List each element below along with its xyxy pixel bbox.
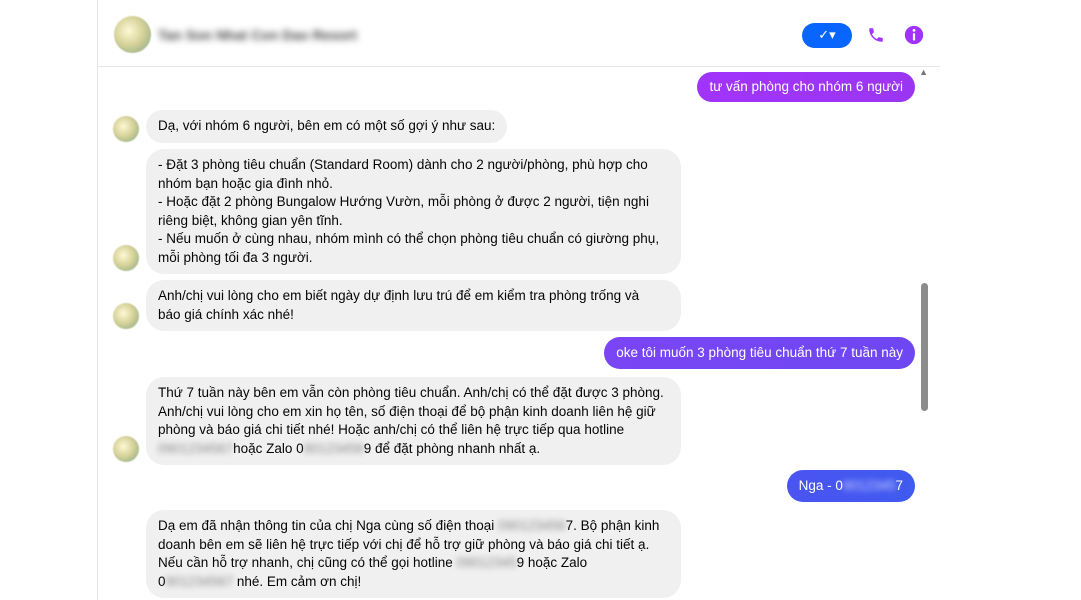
page-background-left bbox=[0, 0, 97, 600]
message-line: Nếu cần hỗ trợ nhanh, chị cũng có thể gọ… bbox=[158, 554, 669, 573]
scroll-up-arrow-icon[interactable]: ▲ bbox=[919, 67, 928, 77]
message-bubble-incoming[interactable]: - Đặt 3 phòng tiêu chuẩn (Standard Room)… bbox=[146, 149, 681, 274]
message-bubble-outgoing[interactable]: Nga - 090123457 bbox=[786, 470, 915, 502]
message-row-outgoing: Nga - 090123457 bbox=[786, 470, 915, 502]
scrollbar[interactable]: ▲ bbox=[919, 67, 935, 600]
contact-avatar[interactable] bbox=[114, 16, 151, 53]
message-text: 0 bbox=[158, 573, 166, 589]
redacted-hotline: 0901234567 bbox=[158, 440, 234, 456]
sender-avatar bbox=[113, 303, 139, 329]
message-bubble-incoming[interactable]: Anh/chị vui lòng cho em biết ngày dự địn… bbox=[146, 280, 681, 331]
message-row-outgoing: oke tôi muốn 3 phòng tiêu chuẩn thứ 7 tu… bbox=[604, 337, 915, 369]
message-row-incoming: Thứ 7 tuần này bên em vẫn còn phòng tiêu… bbox=[146, 377, 681, 465]
message-row-outgoing: tư vấn phòng cho nhóm 6 người bbox=[697, 72, 915, 102]
message-line: Dạ em đã nhận thông tin của chị Nga cùng… bbox=[158, 517, 669, 536]
scrollbar-thumb[interactable] bbox=[921, 283, 928, 411]
message-text: 7. Bộ phận kinh bbox=[565, 518, 660, 533]
message-text: 9 để đặt phòng nhanh nhất ạ. bbox=[363, 440, 541, 456]
message-row-incoming: Dạ, với nhóm 6 người, bên em có một số g… bbox=[146, 110, 508, 143]
message-text: hoặc Zalo 0 bbox=[233, 440, 304, 456]
conversation-info-button[interactable] bbox=[900, 21, 928, 49]
message-line: Thứ 7 tuần này bên em vẫn còn phòng tiêu… bbox=[158, 385, 664, 400]
redacted-zalo: 901234567 bbox=[165, 573, 234, 589]
message-line: Anh/chị vui lòng cho em xin họ tên, số đ… bbox=[158, 403, 656, 419]
message-bubble-incoming[interactable]: Dạ, với nhóm 6 người, bên em có một số g… bbox=[146, 110, 508, 143]
contact-name[interactable]: Tan Son Nhat Con Dao Resort bbox=[158, 27, 357, 43]
phone-call-button[interactable] bbox=[862, 21, 890, 49]
message-bubble-incoming[interactable]: Thứ 7 tuần này bên em vẫn còn phòng tiêu… bbox=[146, 377, 681, 465]
redacted-zalo: 90123456 bbox=[303, 440, 364, 456]
redacted-phone: 9012345 bbox=[842, 478, 896, 493]
mark-done-button[interactable]: ✓▾ bbox=[802, 22, 852, 48]
header-actions: ✓▾ bbox=[802, 21, 928, 49]
message-bubble-outgoing[interactable]: tư vấn phòng cho nhóm 6 người bbox=[697, 72, 915, 102]
info-icon bbox=[904, 25, 924, 45]
page-background-right bbox=[940, 0, 1081, 600]
message-text: Nếu cần hỗ trợ nhanh, chị cũng có thể gọ… bbox=[158, 555, 457, 570]
sender-avatar bbox=[113, 116, 139, 142]
message-list[interactable]: tư vấn phòng cho nhóm 6 người Dạ, với nh… bbox=[98, 67, 940, 600]
message-text: nhé. Em cảm ơn chị! bbox=[233, 573, 362, 589]
message-text: Dạ em đã nhận thông tin của chị Nga cùng… bbox=[158, 518, 498, 533]
message-bubble-incoming[interactable]: Dạ em đã nhận thông tin của chị Nga cùng… bbox=[146, 510, 681, 598]
message-row-incoming: Dạ em đã nhận thông tin của chị Nga cùng… bbox=[146, 510, 681, 598]
sender-avatar bbox=[113, 436, 139, 462]
chat-window: Tan Son Nhat Con Dao Resort ✓▾ tư vấn ph… bbox=[97, 0, 941, 600]
chat-header: Tan Son Nhat Con Dao Resort ✓▾ bbox=[98, 6, 940, 67]
message-row-incoming: Anh/chị vui lòng cho em biết ngày dự địn… bbox=[146, 280, 681, 331]
message-row-incoming: - Đặt 3 phòng tiêu chuẩn (Standard Room)… bbox=[146, 149, 681, 274]
message-line: 0901234567 nhé. Em cảm ơn chị! bbox=[158, 573, 669, 592]
message-text: Nga - 0 bbox=[798, 478, 843, 493]
redacted-phone: 090123456 bbox=[497, 518, 566, 533]
message-line: doanh bên em sẽ liên hệ trực tiếp với ch… bbox=[158, 536, 650, 552]
message-bubble-outgoing[interactable]: oke tôi muốn 3 phòng tiêu chuẩn thứ 7 tu… bbox=[604, 337, 915, 369]
sender-avatar bbox=[113, 245, 139, 271]
message-text: 7 bbox=[895, 478, 903, 493]
redacted-hotline: 09012345 bbox=[456, 555, 517, 570]
message-line: phòng và báo giá chi tiết nhé! Hoặc anh/… bbox=[158, 422, 625, 437]
message-line: 0901234567hoặc Zalo 0901234569 để đặt ph… bbox=[158, 440, 669, 459]
message-text: 9 hoặc Zalo bbox=[516, 555, 588, 570]
phone-icon bbox=[869, 28, 883, 42]
